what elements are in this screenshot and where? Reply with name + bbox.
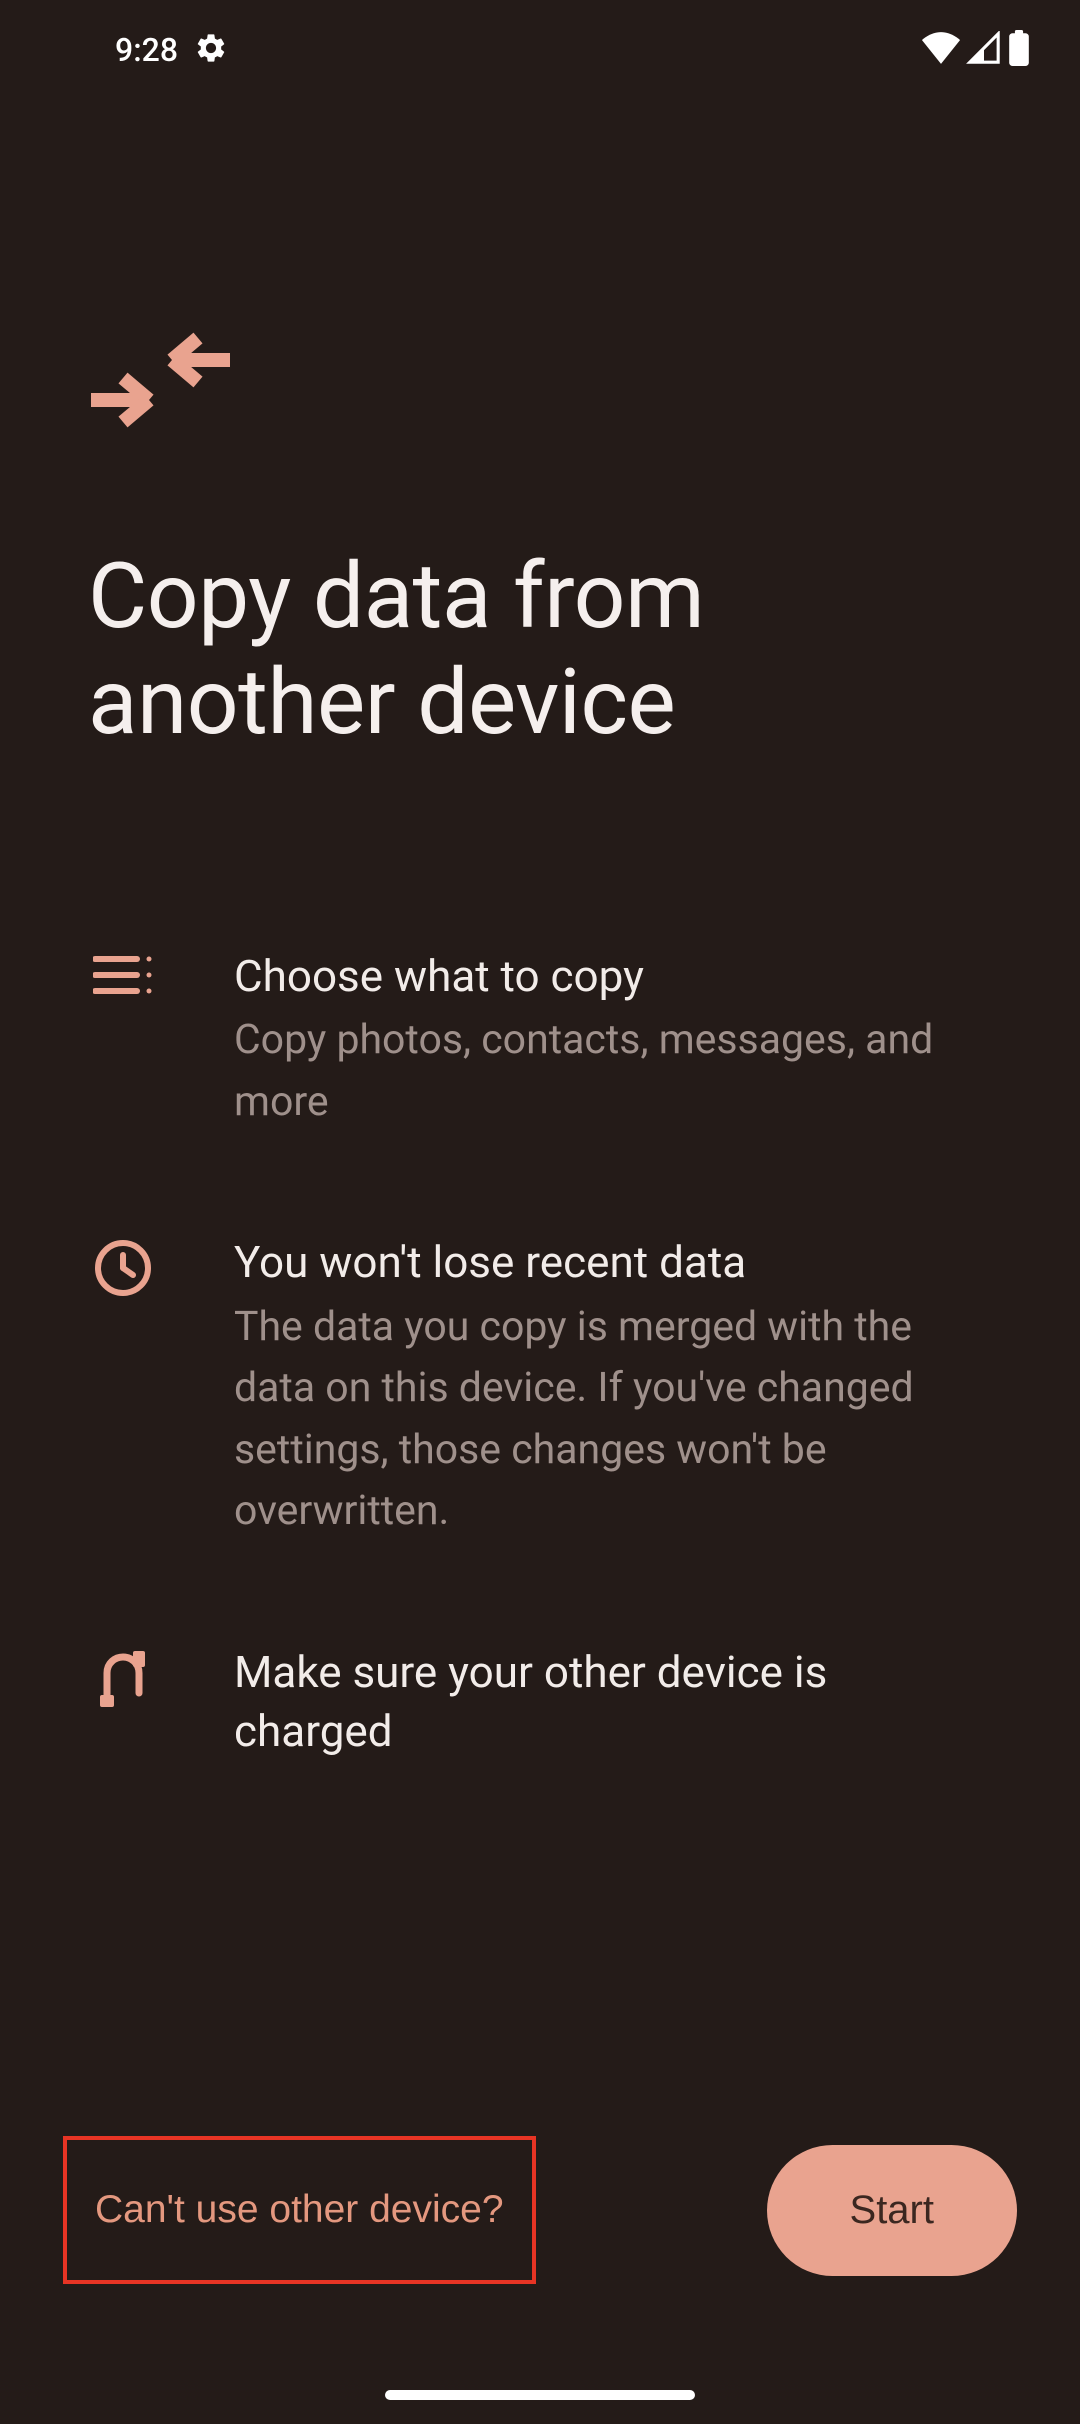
- list-icon: [88, 953, 158, 997]
- status-time: 9:28: [115, 31, 178, 69]
- info-title: Choose what to copy: [234, 947, 992, 1006]
- info-title: Make sure your other device is charged: [234, 1643, 992, 1762]
- info-row-choose: Choose what to copy Copy photos, contact…: [88, 947, 992, 1133]
- status-right: [922, 30, 1030, 70]
- info-row-data: You won't lose recent data The data you …: [88, 1233, 992, 1542]
- cant-use-device-button[interactable]: Can't use other device?: [63, 2136, 536, 2284]
- wifi-icon: [922, 32, 960, 68]
- battery-icon: [1008, 30, 1030, 70]
- page-title: Copy data from another device: [88, 544, 992, 757]
- info-text: Make sure your other device is charged: [234, 1643, 992, 1762]
- transfer-arrows-icon: [88, 330, 992, 434]
- info-text: You won't lose recent data The data you …: [234, 1233, 992, 1542]
- info-row-charged: Make sure your other device is charged: [88, 1643, 992, 1762]
- status-left: 9:28: [115, 31, 228, 69]
- cellular-signal-icon: [966, 31, 1002, 69]
- settings-gear-icon: [194, 31, 228, 69]
- cable-icon: [88, 1649, 158, 1709]
- info-subtitle: The data you copy is merged with the dat…: [234, 1297, 992, 1543]
- info-title: You won't lose recent data: [234, 1233, 992, 1292]
- main-content: Copy data from another device Choose wha…: [0, 330, 1080, 1762]
- footer: Can't use other device? Start: [0, 2136, 1080, 2284]
- start-button[interactable]: Start: [767, 2145, 1017, 2276]
- navigation-handle[interactable]: [385, 2390, 695, 2400]
- status-bar: 9:28: [0, 0, 1080, 100]
- info-text: Choose what to copy Copy photos, contact…: [234, 947, 992, 1133]
- info-subtitle: Copy photos, contacts, messages, and mor…: [234, 1010, 992, 1133]
- clock-icon: [88, 1239, 158, 1297]
